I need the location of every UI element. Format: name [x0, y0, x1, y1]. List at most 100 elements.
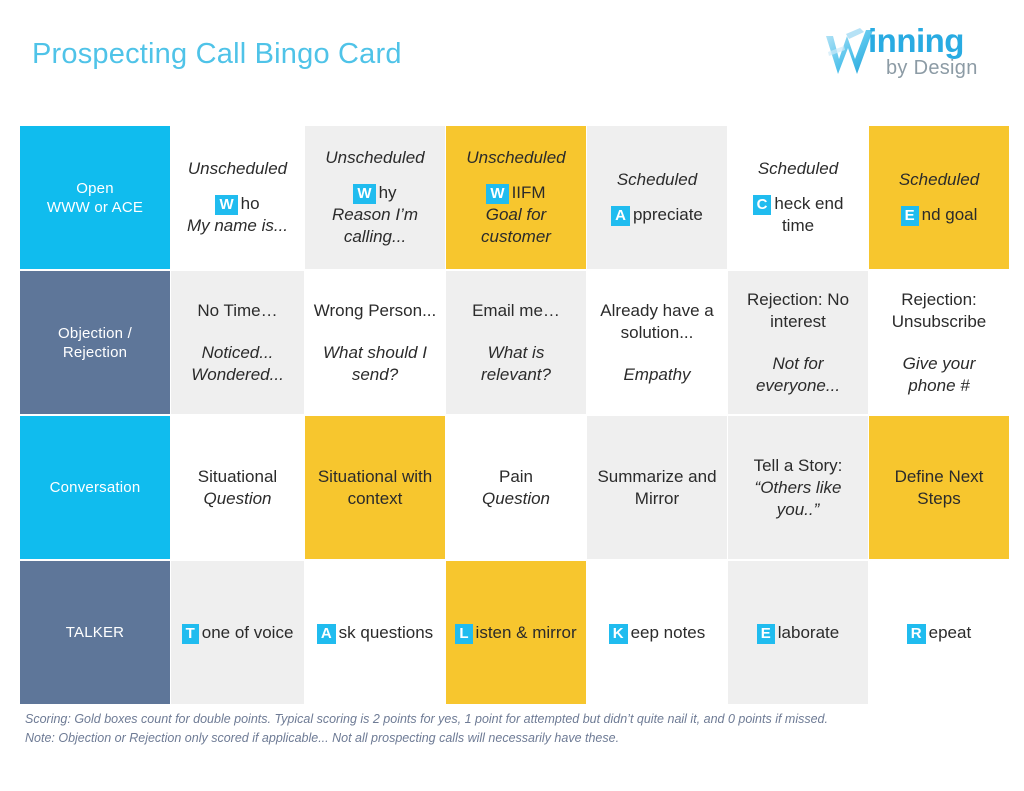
cell-main: Define Next Steps	[894, 466, 984, 508]
cell-main: Check end time	[736, 193, 860, 237]
winning-by-design-logo: inning by Design	[824, 24, 1006, 86]
cell-main-text: sk questions	[338, 622, 434, 642]
cell-sub: Reason I’m calling...	[332, 205, 418, 246]
row-category-talker: TALKER	[20, 561, 170, 704]
row-category-line1: TALKER	[65, 624, 125, 641]
bingo-cell[interactable]: Pain Question	[446, 416, 586, 559]
row-category-line2: WWW or ACE	[46, 198, 144, 216]
bingo-cell[interactable]: Tell a Story: “Others like you..”	[728, 416, 868, 559]
cell-tag: Scheduled	[757, 159, 839, 178]
letter-badge: W	[353, 184, 376, 204]
letter-badge: E	[756, 623, 775, 644]
cell-main: Listen & mirror	[455, 622, 577, 644]
cell-main-text: IIFM	[511, 183, 546, 202]
cell-main-text: eep notes	[630, 622, 706, 642]
cell-sub: Noticed... Wondered...	[191, 342, 284, 384]
letter-badge: R	[906, 623, 926, 644]
bingo-cell-gold[interactable]: Situational with context	[305, 416, 445, 559]
cell-tag: Scheduled	[616, 170, 698, 189]
cell-main-text: ppreciate	[632, 205, 703, 224]
bingo-cell[interactable]: Ask questions	[305, 561, 445, 704]
cell-sub: Empathy	[623, 364, 691, 384]
cell-main: Tone of voice	[181, 622, 293, 644]
letter-badge: T	[181, 623, 199, 644]
cell-main: Ask questions	[316, 622, 434, 644]
bingo-cell[interactable]: Already have a solution... Empathy	[587, 271, 727, 414]
letter-badge: E	[900, 206, 919, 226]
bingo-cell[interactable]: Keep notes	[587, 561, 727, 704]
cell-main: Appreciate	[611, 204, 703, 226]
row-category-open: Open WWW or ACE	[20, 126, 170, 269]
cell-main-text: ho	[240, 194, 260, 213]
bingo-cell-gold[interactable]: Scheduled End goal	[869, 126, 1009, 269]
cell-main-text: isten & mirror	[475, 622, 577, 642]
cell-sub: “Others like you..”	[754, 477, 842, 519]
row-category-line1: Objection /	[58, 324, 132, 342]
cell-main: End goal	[900, 204, 978, 226]
bingo-cell[interactable]: Repeat	[869, 561, 1009, 704]
row-category-line1: Conversation	[49, 479, 141, 496]
bingo-cell[interactable]: Situational Question	[171, 416, 304, 559]
cell-main: Email me…	[472, 300, 560, 320]
cell-main: Repeat	[906, 622, 971, 644]
cell-tag: Scheduled	[898, 170, 980, 189]
letter-badge: K	[608, 623, 628, 644]
bingo-cell[interactable]: Email me… What is relevant?	[446, 271, 586, 414]
bingo-cell[interactable]: Rejection: Unsubscribe Give your phone #	[869, 271, 1009, 414]
cell-main: Pain	[498, 466, 534, 486]
cell-main: Keep notes	[608, 622, 706, 644]
bingo-cell-gold[interactable]: Define Next Steps	[869, 416, 1009, 559]
cell-tag: Unscheduled	[187, 159, 288, 178]
cell-main: Elaborate	[756, 622, 840, 644]
bingo-cell[interactable]: Tone of voice	[171, 561, 304, 704]
bingo-cell[interactable]: Unscheduled Who My name is...	[171, 126, 304, 269]
page-title: Prospecting Call Bingo Card	[32, 38, 402, 70]
cell-sub: Goal for customer	[481, 205, 551, 246]
bingo-cell[interactable]: Scheduled Check end time	[728, 126, 868, 269]
page-header: Prospecting Call Bingo Card inning by De…	[0, 0, 1024, 120]
footer-scoring-line: Scoring: Gold boxes count for double poi…	[25, 712, 828, 726]
bingo-cell-gold[interactable]: Unscheduled W IIFM Goal for customer	[446, 126, 586, 269]
bingo-cell[interactable]: Summarize and Mirror	[587, 416, 727, 559]
logo-tagline: by Design	[886, 57, 978, 79]
bingo-cell[interactable]: Unscheduled Why Reason I’m calling...	[305, 126, 445, 269]
bingo-card-page: Prospecting Call Bingo Card inning by De…	[0, 0, 1024, 791]
bingo-cell[interactable]: Wrong Person... What should I send?	[305, 271, 445, 414]
cell-sub: Give your phone #	[902, 353, 976, 395]
cell-sub: What should I send?	[323, 342, 427, 384]
cell-sub: Question	[481, 488, 551, 508]
cell-main: Situational	[197, 466, 278, 486]
bingo-cell[interactable]: Scheduled Appreciate	[587, 126, 727, 269]
letter-badge: C	[752, 195, 772, 215]
row-category-line2: Rejection	[62, 343, 128, 361]
cell-sub: Question	[203, 488, 272, 508]
cell-main: Summarize and Mirror	[597, 466, 717, 508]
letter-badge: W	[215, 195, 238, 215]
cell-sub: My name is...	[186, 216, 289, 235]
cell-main: Situational with context	[317, 466, 433, 508]
row-category-conversation: Conversation	[20, 416, 170, 559]
cell-tag: Unscheduled	[325, 148, 425, 167]
bingo-cell[interactable]: Elaborate	[728, 561, 868, 704]
cell-main: Why	[353, 182, 397, 204]
cell-sub: Not for everyone...	[755, 353, 841, 395]
footer-note: Scoring: Gold boxes count for double poi…	[25, 710, 985, 748]
cell-main: Who	[215, 193, 260, 215]
cell-main-text: laborate	[777, 622, 840, 642]
cell-main: Rejection: Unsubscribe	[891, 289, 987, 331]
cell-main: Wrong Person...	[313, 300, 437, 320]
bingo-grid: Open WWW or ACE Unscheduled Who My name …	[20, 126, 1009, 704]
row-category-line1: Open	[76, 179, 114, 197]
footer-note-line: Note: Objection or Rejection only scored…	[25, 731, 620, 745]
row-category-objection-rejection: Objection / Rejection	[20, 271, 170, 414]
bingo-cell-gold[interactable]: Listen & mirror	[446, 561, 586, 704]
letter-badge: A	[611, 206, 630, 226]
cell-main-text: nd goal	[921, 205, 978, 224]
cell-main-text: hy	[378, 183, 397, 202]
cell-main: Tell a Story:	[753, 455, 843, 475]
cell-main: Rejection: No interest	[746, 289, 850, 331]
cell-main-text: heck end time	[774, 194, 844, 235]
letter-badge: L	[455, 623, 473, 644]
bingo-cell[interactable]: Rejection: No interest Not for everyone.…	[728, 271, 868, 414]
bingo-cell[interactable]: No Time… Noticed... Wondered...	[171, 271, 304, 414]
